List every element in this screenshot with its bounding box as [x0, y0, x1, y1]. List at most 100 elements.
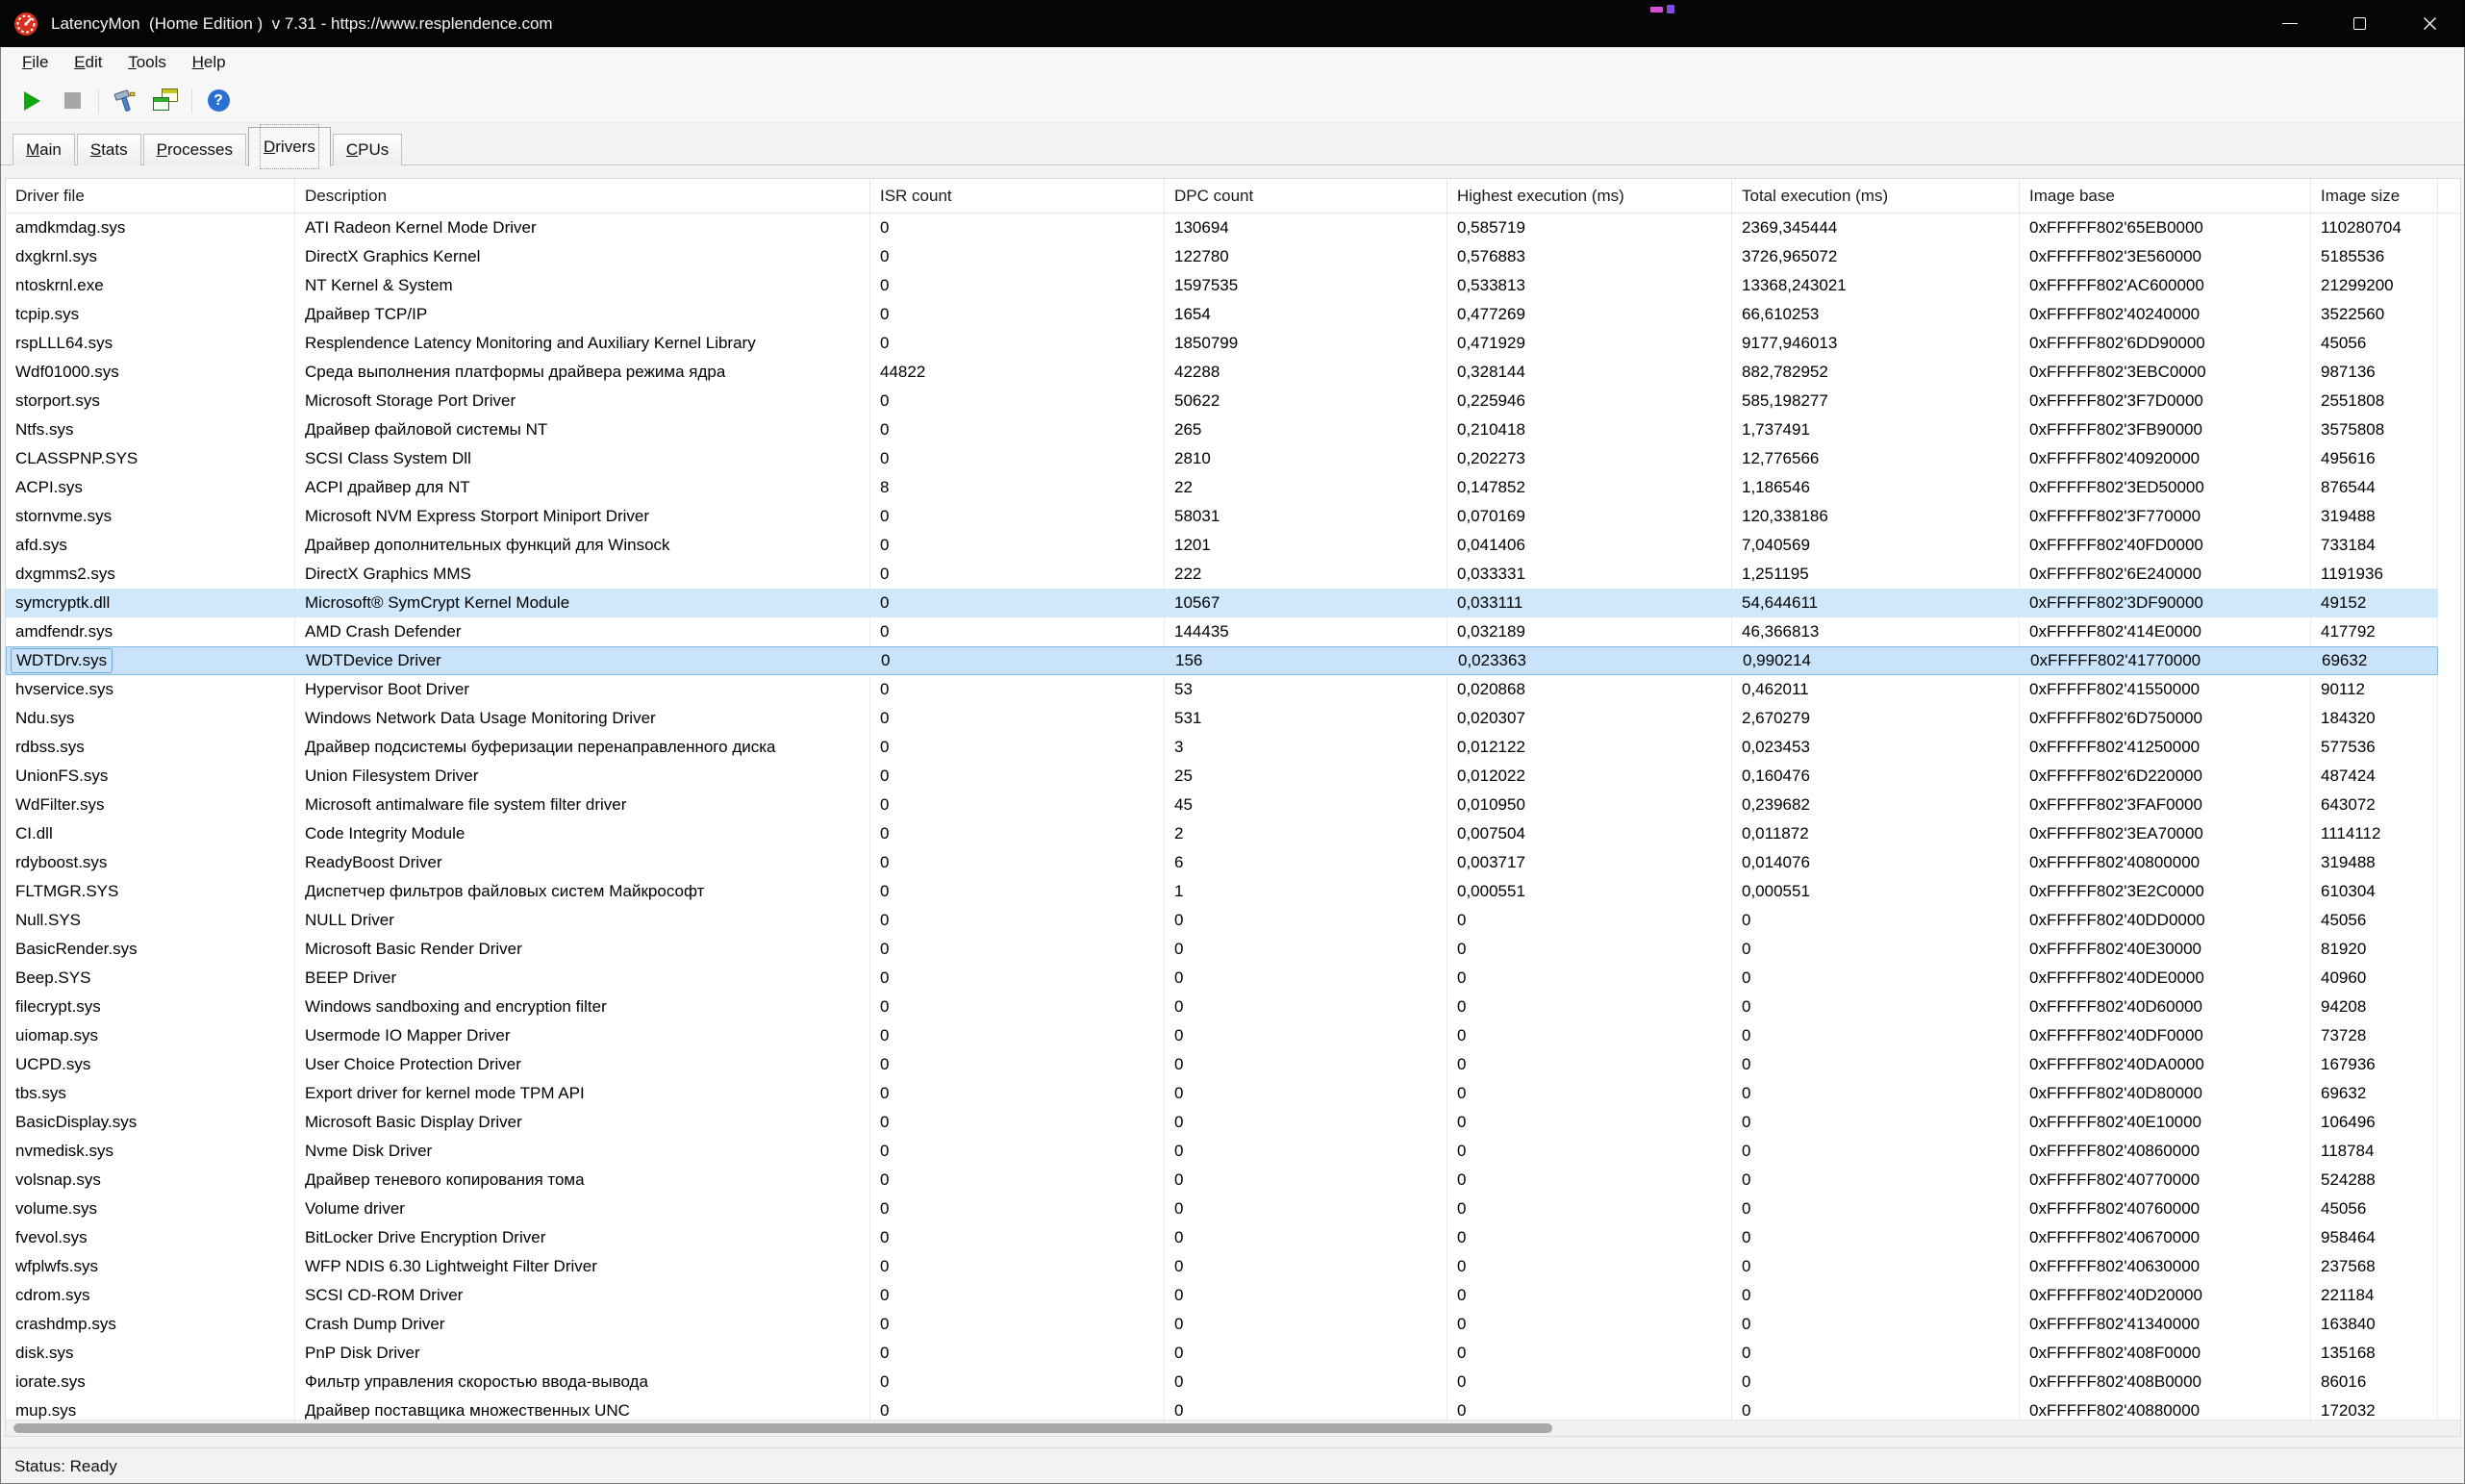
- table-row[interactable]: Ndu.sysWindows Network Data Usage Monito…: [6, 704, 2438, 733]
- horizontal-scrollbar[interactable]: [6, 1420, 2460, 1436]
- table-row[interactable]: iorate.sysФильтр управления скоростью вв…: [6, 1368, 2438, 1396]
- table-row[interactable]: Beep.SYSBEEP Driver00000xFFFFF802'40DE00…: [6, 964, 2438, 993]
- column-header-image-base[interactable]: Image base: [2020, 179, 2311, 213]
- table-row[interactable]: rdbss.sysДрайвер подсистемы буферизации …: [6, 733, 2438, 762]
- table-row[interactable]: UnionFS.sysUnion Filesystem Driver0250,0…: [6, 762, 2438, 791]
- tools-icon: [113, 88, 138, 113]
- table-row[interactable]: symcryptk.dllMicrosoft® SymCrypt Kernel …: [6, 589, 2438, 617]
- help-button[interactable]: ?: [199, 83, 238, 119]
- table-row[interactable]: uiomap.sysUsermode IO Mapper Driver00000…: [6, 1021, 2438, 1050]
- table-cell: 94208: [2311, 997, 2438, 1017]
- table-cell: 0: [870, 565, 1165, 584]
- table-cell: 0xFFFFF802'40D60000: [2020, 997, 2311, 1017]
- scrollbar-thumb[interactable]: [13, 1423, 1552, 1433]
- table-row[interactable]: storport.sysMicrosoft Storage Port Drive…: [6, 387, 2438, 415]
- table-row[interactable]: mup.sysДрайвер поставщика множественных …: [6, 1396, 2438, 1421]
- table-cell: 265: [1165, 420, 1447, 440]
- table-row[interactable]: Null.SYSNULL Driver00000xFFFFF802'40DD00…: [6, 906, 2438, 935]
- menu-tools[interactable]: Tools: [117, 47, 177, 78]
- column-header-image-size[interactable]: Image size: [2311, 179, 2438, 213]
- table-cell: 90112: [2311, 680, 2438, 699]
- close-button[interactable]: [2395, 0, 2465, 47]
- table-row[interactable]: wfplwfs.sysWFP NDIS 6.30 Lightweight Fil…: [6, 1252, 2438, 1281]
- table-row[interactable]: amdfendr.sysAMD Crash Defender01444350,0…: [6, 617, 2438, 646]
- table-row[interactable]: CLASSPNP.SYSSCSI Class System Dll028100,…: [6, 444, 2438, 473]
- maximize-button[interactable]: [2325, 0, 2395, 47]
- table-row[interactable]: CI.dllCode Integrity Module020,0075040,0…: [6, 819, 2438, 848]
- table-row[interactable]: WDTDrv.sysWDTDevice Driver01560,0233630,…: [6, 646, 2438, 675]
- column-header-driver-file[interactable]: Driver file: [6, 179, 295, 213]
- column-header-description[interactable]: Description: [295, 179, 870, 213]
- table-row[interactable]: ACPI.sysACPI драйвер для NT8220,1478521,…: [6, 473, 2438, 502]
- column-header-isr-count[interactable]: ISR count: [870, 179, 1165, 213]
- table-row[interactable]: Wdf01000.sysСреда выполнения платформы д…: [6, 358, 2438, 387]
- column-header-dpc-count[interactable]: DPC count: [1165, 179, 1447, 213]
- table-cell: CI.dll: [6, 824, 295, 843]
- table-row[interactable]: filecrypt.sysWindows sandboxing and encr…: [6, 993, 2438, 1021]
- table-row[interactable]: tbs.sysExport driver for kernel mode TPM…: [6, 1079, 2438, 1108]
- table-cell: 237568: [2311, 1257, 2438, 1276]
- stop-monitor-button[interactable]: [53, 83, 91, 119]
- table-cell: 0: [1447, 968, 1732, 988]
- column-header-highest-execution[interactable]: Highest execution (ms): [1447, 179, 1732, 213]
- table-row[interactable]: tcpip.sysДрайвер TCP/IP016540,47726966,6…: [6, 300, 2438, 329]
- table-cell: 0: [1165, 1372, 1447, 1392]
- menu-file[interactable]: File: [12, 47, 59, 78]
- table-row[interactable]: rspLLL64.sysResplendence Latency Monitor…: [6, 329, 2438, 358]
- table-row[interactable]: BasicDisplay.sysMicrosoft Basic Display …: [6, 1108, 2438, 1137]
- table-row[interactable]: WdFilter.sysMicrosoft antimalware file s…: [6, 791, 2438, 819]
- table-cell: filecrypt.sys: [6, 997, 295, 1017]
- table-row[interactable]: rdyboost.sysReadyBoost Driver060,0037170…: [6, 848, 2438, 877]
- table-row[interactable]: ntoskrnl.exeNT Kernel & System015975350,…: [6, 271, 2438, 300]
- table-cell: 0: [870, 1372, 1165, 1392]
- table-cell: 0: [1732, 1372, 2020, 1392]
- column-header-total-execution[interactable]: Total execution (ms): [1732, 179, 2020, 213]
- options-button[interactable]: [106, 83, 144, 119]
- table-cell: 1: [1165, 882, 1447, 901]
- table-cell: 0xFFFFF802'6DD90000: [2020, 334, 2311, 353]
- table-row[interactable]: volsnap.sysДрайвер теневого копирования …: [6, 1166, 2438, 1195]
- table-cell: 0: [870, 795, 1165, 815]
- table-row[interactable]: BasicRender.sysMicrosoft Basic Render Dr…: [6, 935, 2438, 964]
- tab-stats[interactable]: Stats: [77, 134, 141, 165]
- table-cell: 10567: [1165, 593, 1447, 613]
- table-row[interactable]: afd.sysДрайвер дополнительных функций дл…: [6, 531, 2438, 560]
- copy-report-button[interactable]: [146, 83, 185, 119]
- tab-main[interactable]: Main: [13, 134, 75, 165]
- menu-help[interactable]: Help: [182, 47, 237, 78]
- table-row[interactable]: fvevol.sysBitLocker Drive Encryption Dri…: [6, 1223, 2438, 1252]
- table-row[interactable]: cdrom.sysSCSI CD-ROM Driver00000xFFFFF80…: [6, 1281, 2438, 1310]
- table-cell: 0xFFFFF802'40FD0000: [2020, 536, 2311, 555]
- table-row[interactable]: amdkmdag.sysATI Radeon Kernel Mode Drive…: [6, 214, 2438, 242]
- table-row[interactable]: crashdmp.sysCrash Dump Driver00000xFFFFF…: [6, 1310, 2438, 1339]
- table-row[interactable]: Ntfs.sysДрайвер файловой системы NT02650…: [6, 415, 2438, 444]
- table-row[interactable]: FLTMGR.SYSДиспетчер фильтров файловых си…: [6, 877, 2438, 906]
- table-cell: 0: [1447, 1344, 1732, 1363]
- table-row[interactable]: dxgkrnl.sysDirectX Graphics Kernel012278…: [6, 242, 2438, 271]
- tab-processes[interactable]: Processes: [143, 134, 246, 165]
- table-row[interactable]: hvservice.sysHypervisor Boot Driver0530,…: [6, 675, 2438, 704]
- table-cell: 0: [870, 1142, 1165, 1161]
- table-row[interactable]: UCPD.sysUser Choice Protection Driver000…: [6, 1050, 2438, 1079]
- table-cell: 7,040569: [1732, 536, 2020, 555]
- table-row[interactable]: volume.sysVolume driver00000xFFFFF802'40…: [6, 1195, 2438, 1223]
- table-cell: 0: [1732, 1286, 2020, 1305]
- table-cell: 0xFFFFF802'3FB90000: [2020, 420, 2311, 440]
- selected-item-label: WDTDrv.sys: [11, 648, 113, 673]
- table-cell: 53: [1165, 680, 1447, 699]
- tab-drivers[interactable]: Drivers: [248, 127, 331, 166]
- menu-edit[interactable]: Edit: [63, 47, 113, 78]
- table-cell: 0: [1165, 1026, 1447, 1045]
- table-row[interactable]: stornvme.sysMicrosoft NVM Express Storpo…: [6, 502, 2438, 531]
- titlebar: LatencyMon (Home Edition ) v 7.31 - http…: [0, 0, 2465, 47]
- table-cell: 0: [1165, 968, 1447, 988]
- table-cell: 69632: [2311, 1084, 2438, 1103]
- tab-cpus[interactable]: CPUs: [333, 134, 402, 165]
- start-monitor-button[interactable]: [13, 83, 51, 119]
- table-row[interactable]: dxgmms2.sysDirectX Graphics MMS02220,033…: [6, 560, 2438, 589]
- table-row[interactable]: nvmedisk.sysNvme Disk Driver00000xFFFFF8…: [6, 1137, 2438, 1166]
- table-cell: 0xFFFFF802'40D20000: [2020, 1286, 2311, 1305]
- table-row[interactable]: disk.sysPnP Disk Driver00000xFFFFF802'40…: [6, 1339, 2438, 1368]
- close-icon: [2423, 16, 2437, 31]
- minimize-button[interactable]: [2254, 0, 2325, 47]
